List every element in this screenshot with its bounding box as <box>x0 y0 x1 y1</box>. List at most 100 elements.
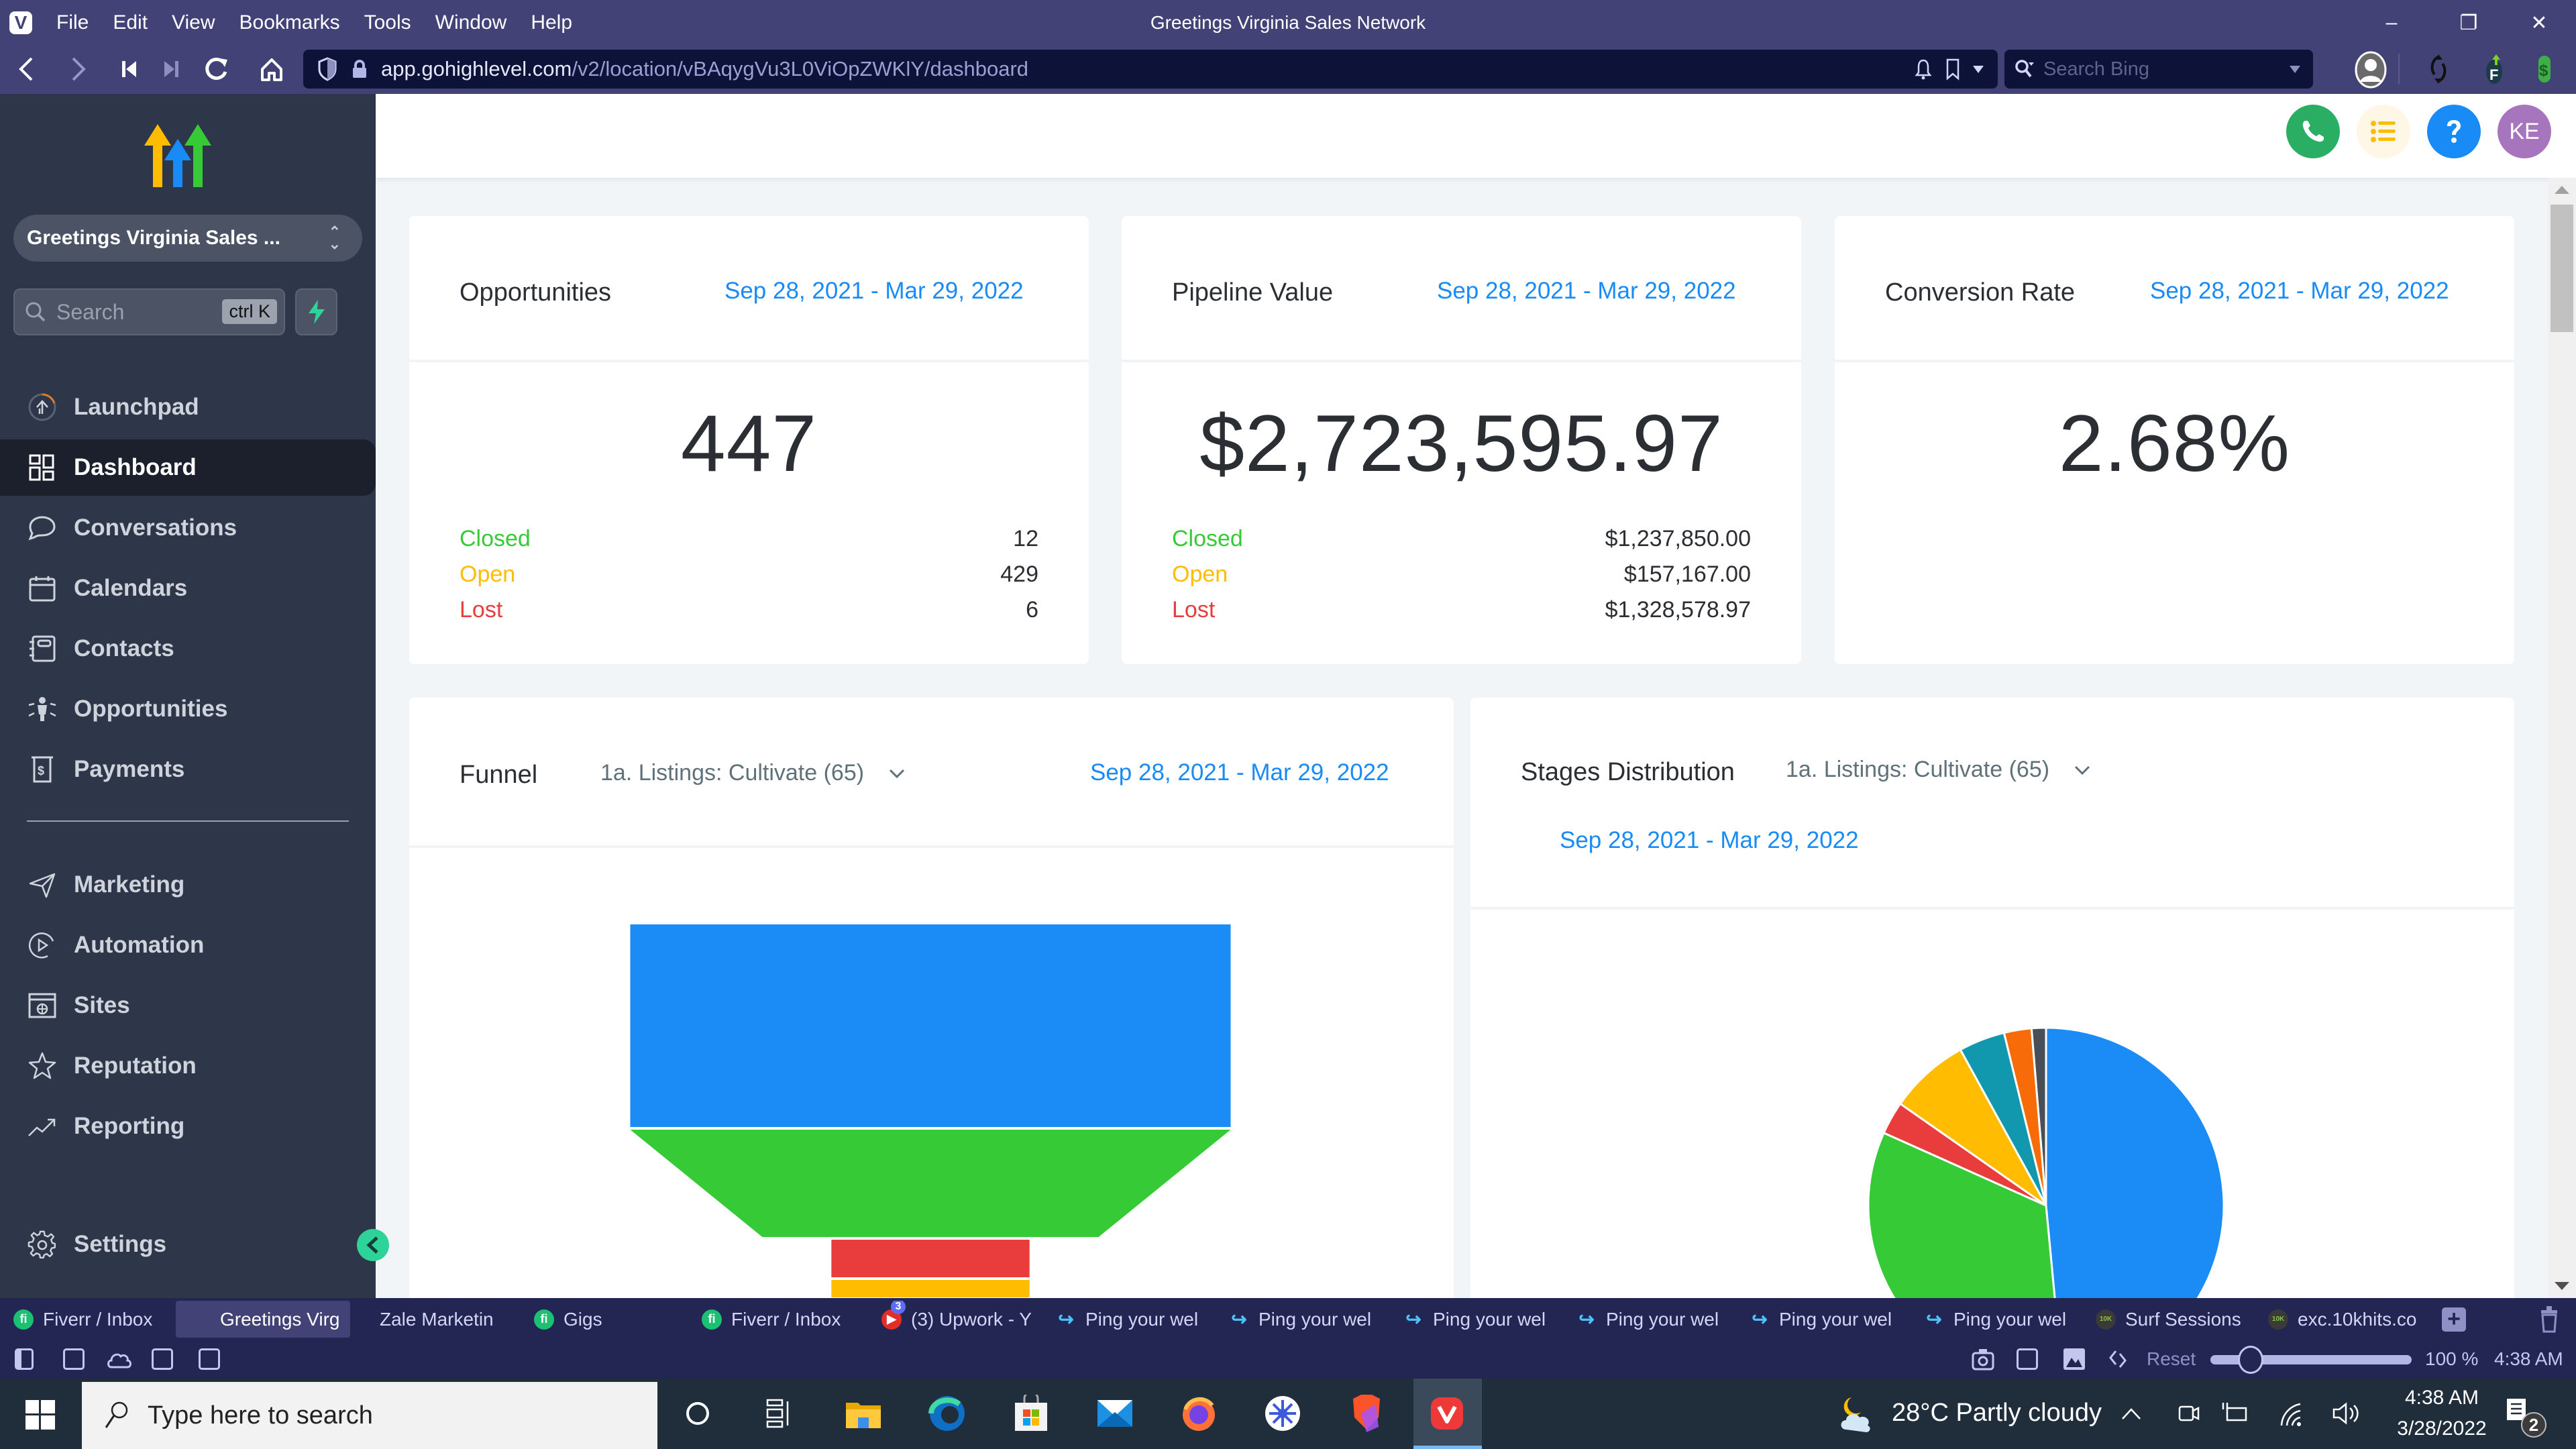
task-view-icon[interactable] <box>757 1392 800 1435</box>
taskbar-date[interactable]: 3/28/2022 <box>2388 1417 2496 1440</box>
browser-tab[interactable]: ↪ Ping your wel <box>1052 1301 1206 1338</box>
sidebar-item-sites[interactable]: Sites <box>0 977 376 1034</box>
date-range-picker[interactable]: Sep 28, 2021 - Mar 29, 2022 <box>1560 827 1859 854</box>
highlevel-logo-icon[interactable] <box>144 124 211 192</box>
reload-icon[interactable] <box>200 52 233 86</box>
menu-window[interactable]: Window <box>435 11 507 34</box>
tray-expand-icon[interactable] <box>2120 1405 2143 1421</box>
microsoft-store-icon[interactable] <box>1010 1392 1053 1435</box>
cortana-icon[interactable] <box>676 1392 719 1435</box>
location-switcher[interactable]: Greetings Virginia Sales ... ⌃ ⌄ <box>13 215 362 262</box>
taskbar-search-input[interactable]: Type here to search <box>82 1382 657 1449</box>
close-button[interactable]: ✕ <box>2509 0 2569 46</box>
mail-app-icon[interactable] <box>1093 1392 1136 1435</box>
windows-start-icon[interactable] <box>25 1400 55 1430</box>
sidebar-item-settings[interactable]: Settings <box>0 1216 376 1273</box>
tasks-button[interactable] <box>2357 105 2410 158</box>
sidebar-item-opportunities[interactable]: Opportunities <box>0 681 376 737</box>
search-engine-field[interactable]: Search Bing <box>2004 50 2313 89</box>
image-toggle-icon[interactable] <box>2062 1347 2086 1371</box>
browser-tab[interactable]: ↪ Ping your wel <box>1225 1301 1379 1338</box>
sidebar-item-launchpad[interactable]: Launchpad <box>0 379 376 435</box>
sidebar-item-automation[interactable]: Automation <box>0 917 376 973</box>
notification-bell-icon[interactable] <box>1915 58 1932 80</box>
scroll-up-icon[interactable] <box>2555 186 2569 194</box>
fast-forward-icon[interactable] <box>154 52 188 86</box>
zoom-slider[interactable] <box>2210 1346 2412 1374</box>
sidebar-item-conversations[interactable]: Conversations <box>0 500 376 556</box>
browser-tab[interactable]: ↪ Ping your wel <box>1572 1301 1727 1338</box>
browser-tab[interactable]: 10K Surf Sessions <box>2092 1301 2246 1338</box>
scroll-down-icon[interactable] <box>2555 1282 2569 1290</box>
bookmark-icon[interactable] <box>1945 58 1960 80</box>
date-range-picker[interactable]: Sep 28, 2021 - Mar 29, 2022 <box>724 278 1024 305</box>
mail-icon[interactable] <box>152 1348 173 1370</box>
menu-edit[interactable]: Edit <box>113 11 148 34</box>
volume-icon[interactable] <box>2331 1399 2361 1428</box>
sidebar-item-payments[interactable]: $ Payments <box>0 741 376 798</box>
date-range-picker[interactable]: Sep 28, 2021 - Mar 29, 2022 <box>1090 759 1389 786</box>
weather-partly-cloudy-icon[interactable] <box>1838 1395 1878 1435</box>
collapse-sidebar-button[interactable] <box>357 1229 389 1261</box>
panel-toggle-icon[interactable] <box>15 1348 34 1370</box>
forward-icon[interactable] <box>62 52 95 86</box>
address-bar[interactable]: app.gohighlevel.com/v2/location/vBAqygVu… <box>303 50 1998 89</box>
menu-help[interactable]: Help <box>531 11 572 34</box>
browser-tab[interactable]: Zale Marketin <box>376 1301 517 1338</box>
sidebar-item-calendars[interactable]: Calendars <box>0 560 376 616</box>
money-extension-icon[interactable]: $ <box>2528 52 2561 86</box>
funnel-stage-3[interactable] <box>831 1240 1030 1277</box>
rewind-icon[interactable] <box>113 52 146 86</box>
browser-tab[interactable]: fi Fiverr / Inbox <box>9 1301 164 1338</box>
vivaldi-logo-icon[interactable]: V <box>9 11 32 34</box>
page-scrollbar[interactable] <box>2548 178 2576 1298</box>
help-button[interactable] <box>2427 105 2481 158</box>
home-icon[interactable] <box>255 52 288 86</box>
taskbar-time[interactable]: 4:38 AM <box>2388 1387 2496 1409</box>
quick-actions-button[interactable] <box>295 288 337 335</box>
window-icon[interactable] <box>2017 1348 2038 1370</box>
scrollbar-thumb[interactable] <box>2551 205 2573 332</box>
sidebar-item-contacts[interactable]: Contacts <box>0 621 376 677</box>
date-range-picker[interactable]: Sep 28, 2021 - Mar 29, 2022 <box>1437 278 1736 305</box>
trash-icon[interactable] <box>2539 1305 2559 1333</box>
funnel-stage-4[interactable] <box>831 1280 1030 1297</box>
sidebar-item-reporting[interactable]: Reporting <box>0 1098 376 1155</box>
url-text[interactable]: app.gohighlevel.com/v2/location/vBAqygVu… <box>381 57 1028 81</box>
browser-tab[interactable]: ↪ Ping your wel <box>1746 1301 1900 1338</box>
menu-bookmarks[interactable]: Bookmarks <box>239 11 340 34</box>
browser-tab[interactable]: ▶ 3 (3) Upwork - Y <box>877 1301 1032 1338</box>
file-explorer-icon[interactable] <box>842 1392 885 1435</box>
edge-browser-icon[interactable] <box>926 1392 969 1435</box>
new-tab-button[interactable]: + <box>2442 1307 2466 1332</box>
browser-tab[interactable]: ↪ Ping your wel <box>1920 1301 2074 1338</box>
page-actions-icon[interactable] <box>2108 1348 2128 1370</box>
sidebar-search-input[interactable]: Search ctrl K <box>13 288 285 335</box>
funnel-stage-2[interactable] <box>630 1130 1231 1237</box>
menu-view[interactable]: View <box>172 11 215 34</box>
pipeline-dropdown[interactable]: 1a. Listings: Cultivate (65) <box>600 760 906 786</box>
funnel-stage-1[interactable] <box>630 924 1231 1127</box>
menu-file[interactable]: File <box>56 11 89 34</box>
url-dropdown-icon[interactable] <box>1971 64 1986 74</box>
brave-browser-icon[interactable] <box>1345 1392 1388 1435</box>
minimize-button[interactable]: – <box>2361 0 2422 46</box>
fiverr-extension-icon[interactable]: F <box>2477 52 2511 86</box>
back-icon[interactable] <box>9 52 43 86</box>
weather-text[interactable]: 28°C Partly cloudy <box>1892 1399 2102 1428</box>
calendar-icon[interactable] <box>199 1348 220 1370</box>
starburst-app-icon[interactable] <box>1261 1392 1304 1435</box>
pipeline-dropdown[interactable]: 1a. Listings: Cultivate (65) <box>1786 757 2091 783</box>
meet-now-icon[interactable] <box>2177 1399 2201 1428</box>
browser-tab[interactable]: fi Fiverr / Inbox <box>698 1301 859 1338</box>
browser-tab[interactable]: ↪ Ping your wel <box>1399 1301 1554 1338</box>
zoom-reset-button[interactable]: Reset <box>2147 1348 2196 1370</box>
firefox-icon[interactable] <box>1177 1392 1220 1435</box>
user-avatar[interactable]: KE <box>2498 105 2551 158</box>
restore-button[interactable]: ❐ <box>2438 0 2499 46</box>
sidebar-item-marketing[interactable]: Marketing <box>0 857 376 913</box>
menu-tools[interactable]: Tools <box>364 11 411 34</box>
tab-tiling-icon[interactable] <box>63 1348 85 1370</box>
battery-charging-icon[interactable] <box>2220 1399 2250 1428</box>
browser-tab[interactable]: 10K exc.10khits.co <box>2264 1301 2418 1338</box>
